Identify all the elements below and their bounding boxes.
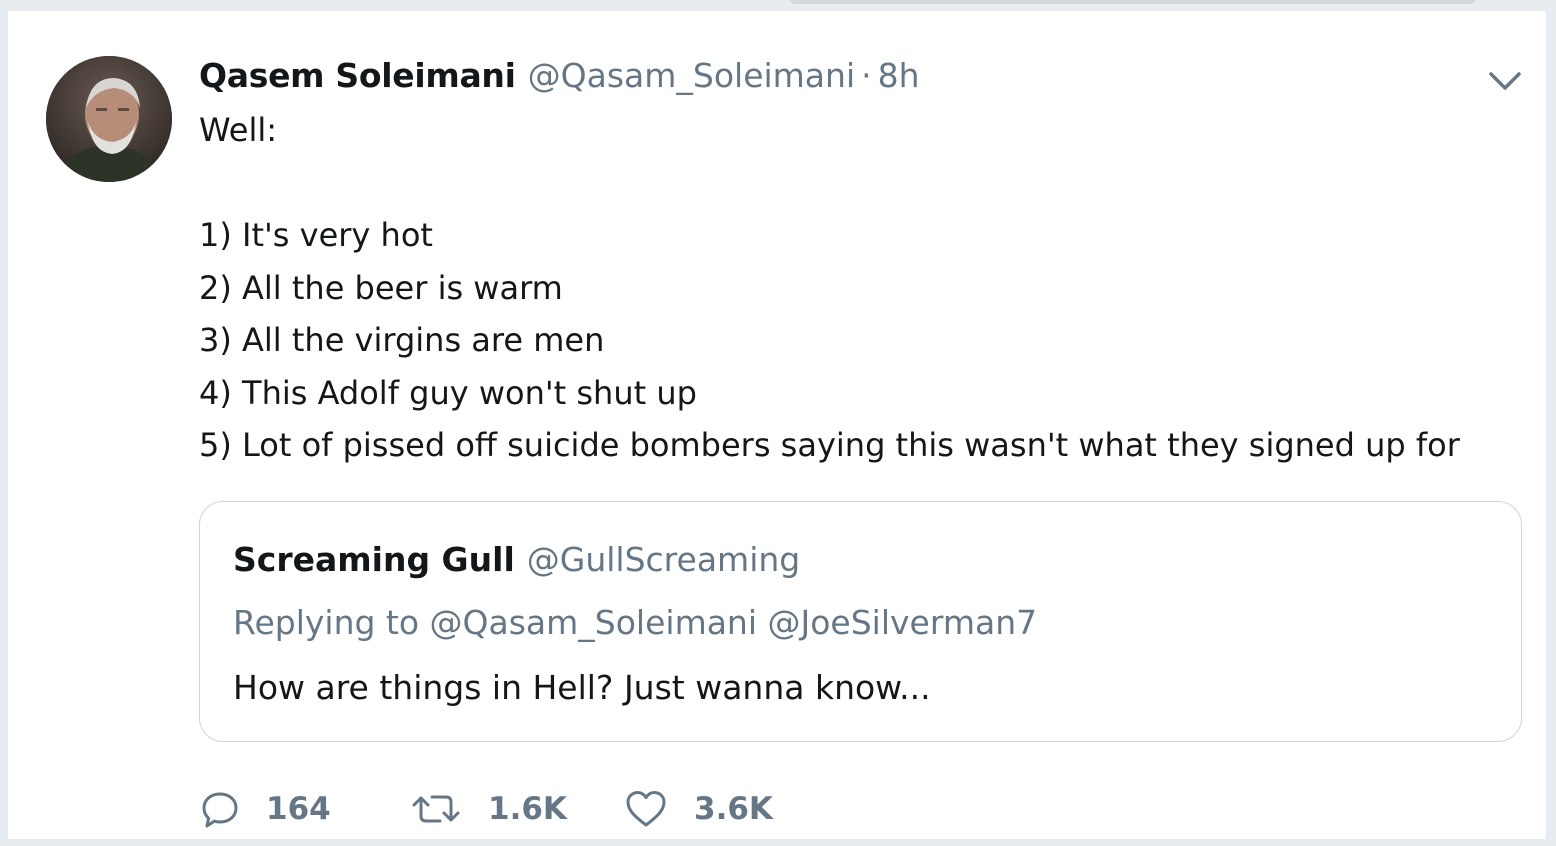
reply-icon	[202, 792, 238, 828]
retweet-count: 1.6K	[488, 791, 567, 827]
heart-icon	[626, 791, 666, 827]
header-separator: ·	[861, 55, 872, 95]
chevron-down-icon[interactable]	[1486, 67, 1524, 95]
tweet-text-line: Well:	[199, 111, 278, 149]
reply-button[interactable]: 164	[200, 784, 331, 834]
tweet-text-line	[199, 157, 1519, 210]
tweet-timestamp[interactable]: 8h	[878, 56, 920, 95]
quoted-author-handle: @GullScreaming	[526, 540, 801, 579]
quoted-tweet[interactable]: Screaming Gull @GullScreaming Replying t…	[199, 501, 1522, 742]
tweet-text-line: 5) Lot of pissed off suicide bombers say…	[199, 426, 1460, 464]
retweet-button[interactable]: 1.6K	[410, 784, 567, 834]
like-count: 3.6K	[694, 791, 773, 827]
quoted-replying-to: Replying to @Qasam_Soleimani @JoeSilverm…	[233, 603, 1038, 642]
reply-count: 164	[266, 791, 331, 827]
author-display-name[interactable]: Qasem Soleimani	[199, 56, 516, 95]
tweet-card[interactable]: Qasem Soleimani @Qasam_Soleimani · 8h We…	[8, 10, 1546, 839]
quoted-tweet-header: Screaming Gull @GullScreaming	[233, 540, 800, 579]
retweet-icon	[412, 795, 460, 823]
tweet-text-line: 1) It's very hot	[199, 216, 433, 254]
tweet-text-line: 2) All the beer is warm	[199, 268, 563, 307]
avatar-photo-icon	[46, 56, 172, 182]
previous-card-shadow	[790, 0, 1475, 4]
quoted-author-display-name: Screaming Gull	[233, 540, 515, 579]
tweet-text-line: 4) This Adolf guy won't shut up	[199, 373, 697, 412]
avatar[interactable]	[46, 56, 172, 182]
tweet-text-line: 3) All the virgins are men	[199, 321, 605, 359]
quoted-tweet-text: How are things in Hell? Just wanna know.…	[233, 668, 931, 707]
tweet-header: Qasem Soleimani @Qasam_Soleimani · 8h	[199, 53, 920, 97]
author-handle[interactable]: @Qasam_Soleimani	[528, 56, 856, 95]
tweet-text: Well: 1) It's very hot 2) All the beer i…	[199, 104, 1519, 472]
like-button[interactable]: 3.6K	[624, 784, 773, 834]
